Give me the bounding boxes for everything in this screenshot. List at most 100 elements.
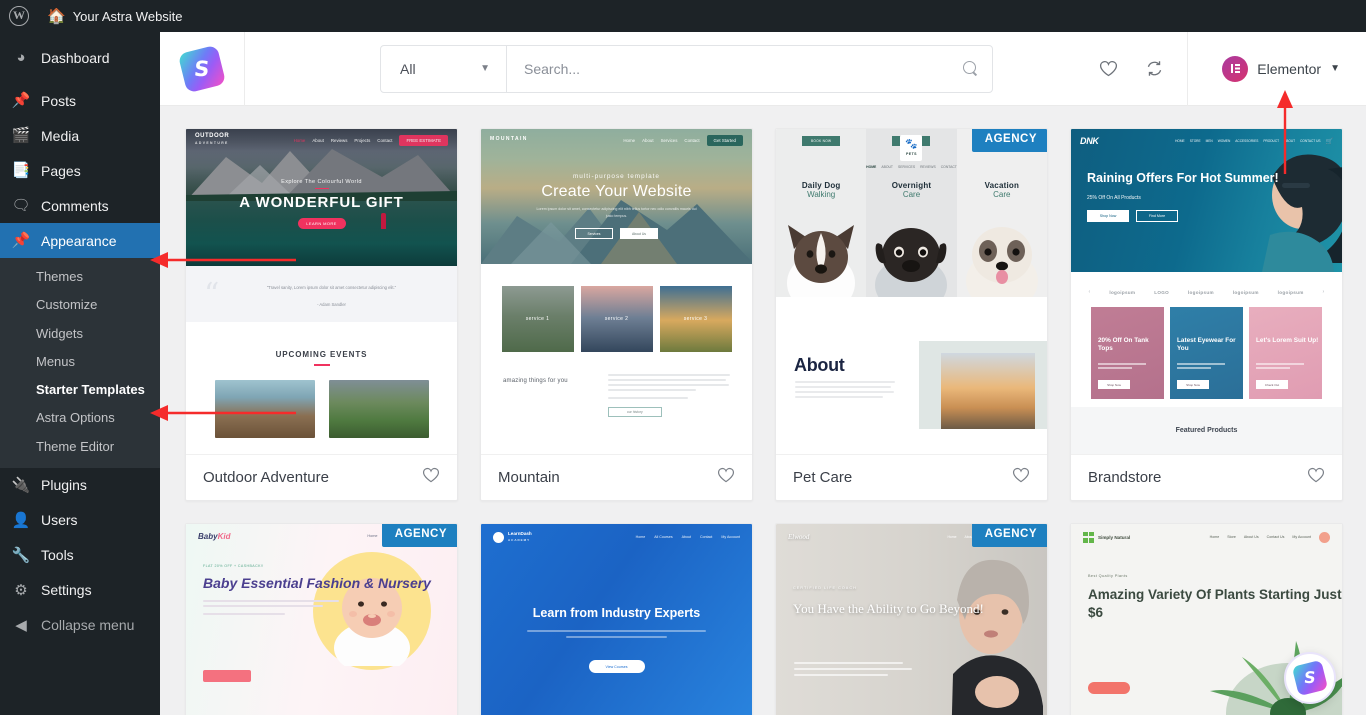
favorite-heart-icon[interactable]	[717, 467, 735, 488]
template-title: Pet Care	[793, 469, 853, 486]
wp-admin-bar: 🏠 Your Astra Website	[0, 0, 1366, 32]
collapse-label: Collapse menu	[41, 617, 135, 634]
collapse-icon: ◀	[15, 616, 27, 634]
template-preview: Elwood HomeAboutOne On One SessionsConta…	[776, 524, 1047, 715]
preview-brand: OUTDOOR ADVENTURE	[195, 133, 230, 145]
sidebar-item-dashboard[interactable]: ◕ Dashboard	[0, 40, 160, 75]
template-preview: Daily Dog Walking BOOK NOW 🐾 PETS HOME A…	[776, 129, 1047, 454]
preview-nav: Home All Courses About Contact My Account	[635, 535, 740, 539]
agency-badge: AGENCY	[381, 524, 457, 547]
preview-logo-strip: ‹ logoipsum LOGO logoipsum logoipsum log…	[1071, 272, 1342, 312]
preview-nav: Home About Services Contact Get Started	[623, 134, 743, 146]
template-card[interactable]: AGENCY BabyKid HomeShopAbout UsTestimoni…	[185, 523, 458, 715]
template-card-footer: Brandstore	[1071, 454, 1342, 500]
template-card[interactable]: AGENCY Elwood Home About CERTIFIED LIFE …	[775, 523, 1048, 715]
sidebar-item-media[interactable]: 🎬 Media	[0, 118, 160, 153]
starter-templates-logo-icon	[1291, 659, 1329, 697]
template-card-footer: Outdoor Adventure	[186, 454, 457, 500]
sync-button[interactable]	[1131, 32, 1177, 106]
preview-headline: Amazing Variety Of Plants Starting Just …	[1088, 587, 1342, 621]
wrench-icon: 🔧	[11, 546, 31, 564]
submenu-item-theme-editor[interactable]: Theme Editor	[0, 433, 160, 461]
category-filter-dropdown[interactable]: All ▼	[381, 45, 507, 92]
home-icon: 🏠	[47, 7, 66, 25]
submenu-item-widgets[interactable]: Widgets	[0, 320, 160, 348]
plug-icon: 🔌	[11, 476, 31, 494]
preview-section-title: Featured Products	[1175, 427, 1238, 434]
site-name-menu[interactable]: 🏠 Your Astra Website	[38, 0, 192, 32]
template-preview: Explore The Colourful World A WONDERFUL …	[186, 129, 457, 454]
preview-cta	[203, 670, 251, 682]
sidebar-item-posts[interactable]: 📌 Posts	[0, 83, 160, 118]
chevron-down-icon: ▼	[1330, 63, 1340, 74]
sidebar-item-tools[interactable]: 🔧 Tools	[0, 538, 160, 573]
preview-brand: Elwood	[788, 533, 810, 541]
preview-btn-secondary: About Us	[620, 228, 658, 240]
sidebar-item-users[interactable]: 👤 Users	[0, 503, 160, 538]
page-builder-name: Elementor	[1257, 60, 1322, 77]
preview-brand: LearnDash ACADEMY	[493, 531, 532, 543]
brush-icon: 📌	[11, 232, 31, 249]
preview-headline: You Have the Ability to Go Beyond!	[793, 601, 984, 616]
search-icon	[963, 61, 978, 76]
template-card[interactable]: AGENCY Daily Dog Walking BOOK NOW 🐾 PETS…	[775, 128, 1048, 501]
preview-kicker: multi-purpose template	[572, 173, 660, 180]
preview-headline: Create Your Website	[541, 183, 692, 200]
favorite-heart-icon[interactable]	[1307, 467, 1325, 488]
preview-kicker: Best Quality Plants	[1088, 574, 1128, 578]
app-logo-cell	[160, 32, 245, 106]
app-header: All ▼	[160, 32, 1366, 106]
sidebar-label: Settings	[41, 582, 92, 599]
submenu-item-customize[interactable]: Customize	[0, 291, 160, 319]
favorites-button[interactable]	[1085, 32, 1131, 106]
preview-section-title: amazing things for you	[503, 378, 568, 384]
collapse-menu-button[interactable]: ◀ Collapse menu	[0, 608, 160, 643]
template-title: Brandstore	[1088, 469, 1162, 486]
settings-icon: ⚙	[14, 581, 28, 599]
wp-logo-menu[interactable]	[0, 0, 38, 32]
template-card[interactable]: MOUNTAIN Home About Services Contact Get St…	[480, 128, 753, 501]
submenu-item-themes[interactable]: Themes	[0, 263, 160, 291]
sidebar-item-appearance[interactable]: 📌 Appearance	[0, 223, 160, 258]
sidebar-item-comments[interactable]: 🗨 Comments	[0, 188, 160, 223]
template-card[interactable]: Explore The Colourful World A WONDERFUL …	[185, 128, 458, 501]
templates-scroll-area[interactable]: Explore The Colourful World A WONDERFUL …	[160, 106, 1366, 715]
preview-nav: Home Store About Us Contact Us My Account	[1210, 531, 1330, 543]
site-name-label: Your Astra Website	[72, 8, 183, 24]
submenu-item-starter-templates[interactable]: Starter Templates	[0, 376, 160, 404]
template-title: Mountain	[498, 469, 560, 486]
preview-headline: Learn from Industry Experts	[532, 606, 701, 620]
chevron-down-icon: ▼	[480, 63, 490, 74]
search-input[interactable]	[524, 60, 963, 77]
preview-tag: FLAT 20% OFF + CASHBACK!!	[203, 564, 264, 568]
preview-section-cta: our history	[607, 407, 662, 417]
submenu-item-menus[interactable]: Menus	[0, 348, 160, 376]
favorite-heart-icon[interactable]	[1012, 467, 1030, 488]
sidebar-label: Media	[41, 127, 80, 144]
template-card[interactable]: DNK HOME STORE MEN WOMEN ACCESSORIES PRODUCT A…	[1070, 128, 1343, 501]
wordpress-logo-icon	[9, 6, 29, 26]
sidebar-item-pages[interactable]: 📑 Pages	[0, 153, 160, 188]
preview-headline: Baby Essential Fashion & Nursery	[203, 575, 431, 591]
category-filter-value: All	[400, 60, 416, 77]
preview-nav: Home About Reviews Projects Contact FREE EST…	[294, 134, 448, 146]
favorite-heart-icon[interactable]	[422, 467, 440, 488]
sidebar-item-settings[interactable]: ⚙ Settings	[0, 573, 160, 608]
template-card-footer: Pet Care	[776, 454, 1047, 500]
page-builder-selector[interactable]: Elementor ▼	[1188, 32, 1366, 106]
preview-section-title: UPCOMING EVENTS	[275, 350, 368, 359]
preview-brand: DNK	[1080, 136, 1099, 146]
help-floating-button[interactable]	[1284, 652, 1336, 704]
sidebar-item-plugins[interactable]: 🔌 Plugins	[0, 468, 160, 503]
sidebar-label: Posts	[41, 92, 77, 109]
template-card[interactable]: LearnDash ACADEMY Home All Courses About Co…	[480, 523, 753, 715]
sidebar-label: Users	[41, 512, 78, 529]
preview-brand: Simply Natural	[1083, 531, 1130, 543]
preview-subhead: 25% Off On All Products	[1087, 194, 1141, 201]
screen: 🏠 Your Astra Website ◕ Dashboard 📌 Posts…	[0, 0, 1366, 715]
preview-kicker: CERTIFIED LIFE COACH	[793, 586, 857, 590]
submenu-item-astra-options[interactable]: Astra Options	[0, 404, 160, 432]
user-icon: 👤	[11, 511, 31, 529]
preview-kicker: Explore The Colourful World	[281, 179, 362, 185]
template-preview: BabyKid HomeShopAbout UsTestimonial	[186, 524, 457, 715]
